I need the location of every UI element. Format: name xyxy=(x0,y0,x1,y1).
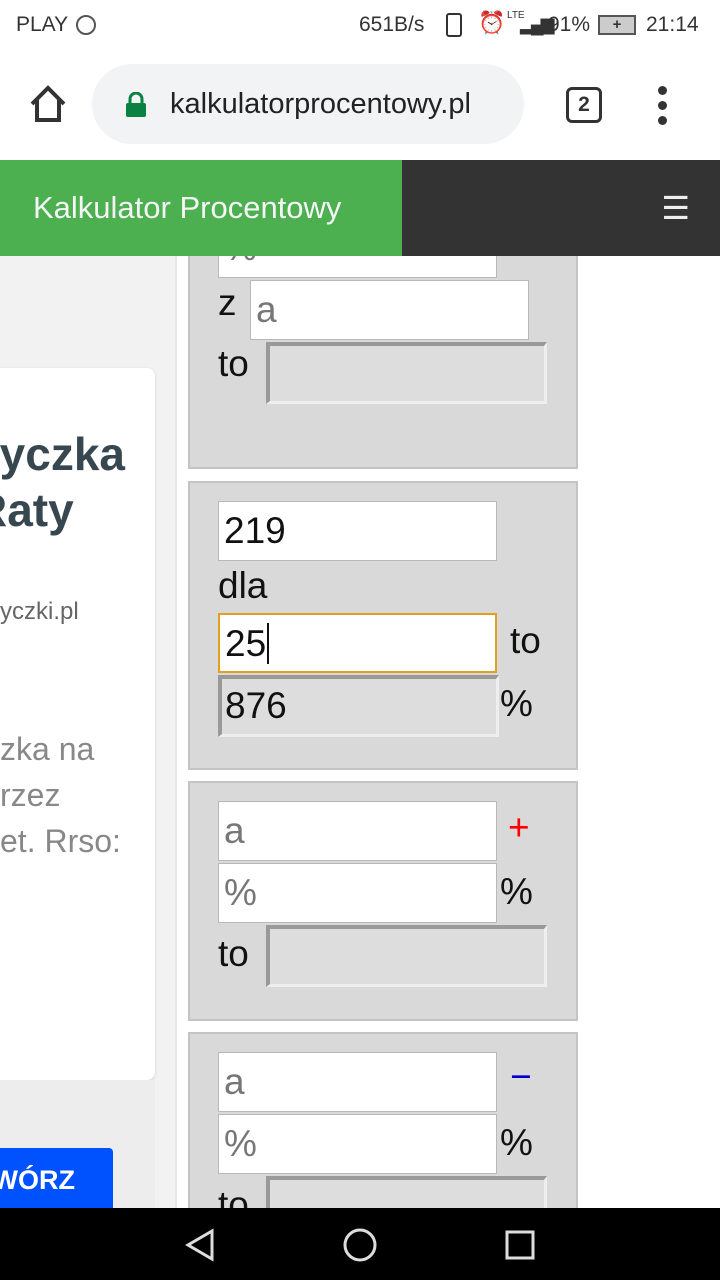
lock-icon xyxy=(126,92,146,117)
percent-input[interactable]: % xyxy=(218,1114,497,1174)
result-field xyxy=(266,342,547,404)
more-menu-icon[interactable] xyxy=(652,84,672,128)
result-field xyxy=(266,1176,547,1208)
result-field xyxy=(266,925,547,987)
calculator-subtract-percent: a − % % to xyxy=(188,1032,578,1208)
network-speed: 651B/s xyxy=(359,13,425,36)
calculator-percent-of: % % z a to xyxy=(188,256,578,469)
url-bar[interactable]: kalkulatorprocentowy.pl xyxy=(92,64,524,144)
status-bar: PLAY 651B/s ⏰ LTE ▂▄▆ 91% + 21:14 xyxy=(0,0,720,50)
site-title[interactable]: Kalkulator Procentowy xyxy=(0,160,402,256)
back-icon[interactable] xyxy=(184,1228,216,1262)
result-label: to xyxy=(218,1184,249,1208)
recents-icon[interactable] xyxy=(504,1229,536,1261)
home-nav-icon[interactable] xyxy=(342,1227,378,1263)
for-label: dla xyxy=(218,565,268,606)
percent-input[interactable]: % xyxy=(218,863,497,923)
android-nav-bar xyxy=(0,1208,720,1280)
browser-toolbar: kalkulatorprocentowy.pl 2 xyxy=(0,50,720,160)
ad-open-button[interactable]: WÓRZ xyxy=(0,1148,113,1208)
value2-text: 25 xyxy=(225,623,267,664)
plus-operator: + xyxy=(508,807,530,848)
result-label: to xyxy=(218,933,249,974)
url-text: kalkulatorprocentowy.pl xyxy=(170,88,471,120)
page-content: yczka Raty yczki.pl zka na rzez et. Rrso… xyxy=(0,256,720,1208)
site-header: Kalkulator Procentowy ☰ xyxy=(0,160,720,256)
of-label: z xyxy=(218,282,237,323)
vibrate-icon xyxy=(446,13,462,37)
result-field: 876 xyxy=(218,675,499,737)
hamburger-menu-icon[interactable]: ☰ xyxy=(402,160,720,256)
ad-domain: yczki.pl xyxy=(0,598,79,625)
percent-input[interactable]: % xyxy=(218,256,497,278)
to-label: to xyxy=(510,620,541,661)
clock: 21:14 xyxy=(646,13,699,36)
alarm-icon: ⏰ xyxy=(478,10,506,35)
ad-card[interactable]: yczka Raty yczki.pl zka na rzez et. Rrso… xyxy=(0,368,155,1080)
ad-title-line2: Raty xyxy=(0,484,74,536)
battery-percent: 91% xyxy=(548,13,591,36)
percent-suffix: % xyxy=(500,871,533,912)
a-input[interactable]: a xyxy=(218,801,497,861)
battery-icon: + xyxy=(598,15,636,35)
home-icon[interactable] xyxy=(28,84,68,124)
ad-title-line1: yczka xyxy=(0,428,125,480)
value1-input[interactable]: 219 xyxy=(218,501,497,561)
a-input[interactable]: a xyxy=(250,280,529,340)
ad-text-line3: et. Rrso: xyxy=(0,823,121,859)
value2-input[interactable]: 25 xyxy=(218,613,497,673)
result-label: to xyxy=(218,343,249,384)
ad-text-line1: zka na xyxy=(0,731,95,767)
percent-suffix: % xyxy=(500,683,533,724)
carrier: PLAY xyxy=(16,13,69,36)
sync-icon xyxy=(76,15,96,35)
percent-suffix: % xyxy=(500,256,533,262)
ad-text-line2: rzez xyxy=(0,777,61,813)
minus-operator: − xyxy=(510,1056,532,1097)
signal-icon: ▂▄▆ xyxy=(520,14,554,34)
tab-switcher-button[interactable]: 2 xyxy=(566,87,602,123)
calculator-what-percent: 219 dla 25 to 876 % xyxy=(188,481,578,770)
a-input[interactable]: a xyxy=(218,1052,497,1112)
calculator-add-percent: a + % % to xyxy=(188,781,578,1021)
percent-suffix: % xyxy=(500,1122,533,1163)
